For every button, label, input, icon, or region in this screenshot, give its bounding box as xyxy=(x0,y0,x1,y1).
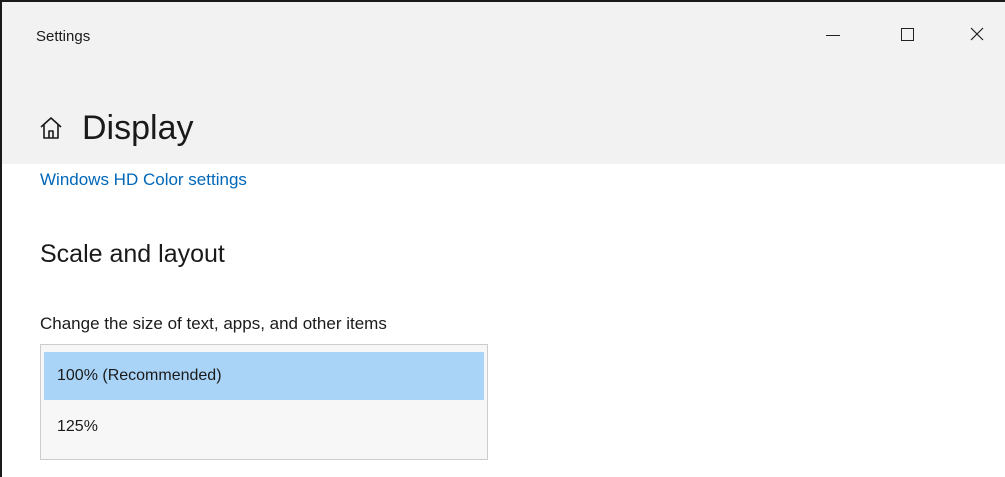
maximize-button[interactable] xyxy=(876,2,938,66)
page-header: Display xyxy=(38,106,193,150)
settings-window: Settings Display Windows HD Color settin… xyxy=(0,0,1005,477)
close-icon xyxy=(970,27,984,41)
window-title: Settings xyxy=(36,28,91,45)
home-icon[interactable] xyxy=(38,115,64,141)
scale-option-100[interactable]: 100% (Recommended) xyxy=(44,352,484,400)
scale-dropdown-list[interactable]: 100% (Recommended) 125% xyxy=(40,344,488,460)
maximize-icon xyxy=(900,27,914,41)
scale-option-125[interactable]: 125% xyxy=(44,403,484,451)
minimize-button[interactable] xyxy=(802,2,864,66)
minimize-icon xyxy=(826,34,840,36)
page-title: Display xyxy=(82,109,194,147)
section-heading: Scale and layout xyxy=(40,240,225,268)
scale-label: Change the size of text, apps, and other… xyxy=(40,314,387,333)
title-bar: Settings Display xyxy=(2,2,1005,164)
windows-hd-color-settings-link[interactable]: Windows HD Color settings xyxy=(40,170,247,190)
close-button[interactable] xyxy=(946,2,1005,66)
